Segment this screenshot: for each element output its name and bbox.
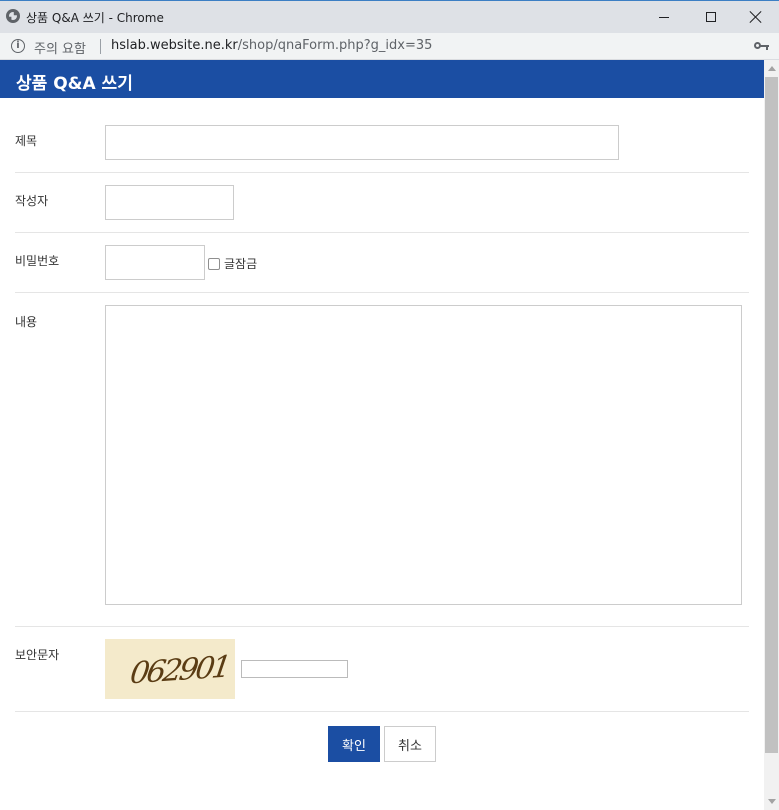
url-path: /shop/qnaForm.php?g_idx=35 — [237, 38, 433, 53]
url-host: hslab.website.ne.kr — [111, 38, 238, 53]
writer-row: 작성자 — [15, 173, 749, 233]
security-status[interactable]: 주의 요함 — [34, 38, 86, 57]
captcha-image: 062901 — [105, 639, 235, 699]
password-input[interactable] — [105, 245, 205, 280]
close-window-button[interactable] — [733, 1, 779, 33]
scroll-up-icon[interactable] — [768, 66, 776, 71]
subject-row: 제목 — [15, 98, 749, 173]
minimize-button[interactable] — [641, 1, 687, 33]
writer-input[interactable] — [105, 185, 234, 220]
secret-option: 글잠금 — [208, 255, 257, 272]
content-textarea[interactable] — [105, 305, 742, 605]
page-content: 상품 Q&A 쓰기 제목 작성자 비밀번호 글잠금 내용 보안문자 062901… — [0, 60, 764, 810]
vertical-scrollbar[interactable] — [764, 60, 779, 810]
scroll-thumb[interactable] — [765, 77, 778, 753]
page-title: 상품 Q&A 쓰기 — [0, 60, 764, 98]
cancel-button[interactable]: 취소 — [384, 726, 436, 762]
scroll-down-icon[interactable] — [768, 799, 776, 804]
writer-label: 작성자 — [15, 194, 49, 208]
secret-label[interactable]: 글잠금 — [224, 255, 257, 272]
globe-icon — [6, 9, 20, 23]
address-bar: i 주의 요함 hslab.website.ne.kr/shop/qnaForm… — [0, 33, 779, 60]
url-text[interactable]: hslab.website.ne.kr/shop/qnaForm.php?g_i… — [111, 38, 432, 53]
minimize-icon — [659, 16, 669, 18]
content-label: 내용 — [15, 315, 38, 329]
form-actions: 확인 취소 — [0, 726, 764, 762]
address-separator — [100, 39, 101, 54]
close-icon — [749, 10, 763, 24]
maximize-button[interactable] — [688, 1, 734, 33]
key-icon[interactable] — [754, 40, 770, 52]
secret-checkbox[interactable] — [208, 257, 220, 270]
captcha-row: 보안문자 062901 — [15, 627, 749, 712]
captcha-input[interactable] — [241, 660, 348, 678]
content-row: 내용 — [15, 293, 749, 627]
password-label: 비밀번호 — [15, 254, 60, 268]
window-titlebar: 상품 Q&A 쓰기 - Chrome — [0, 0, 779, 33]
captcha-label: 보안문자 — [15, 648, 60, 662]
confirm-button[interactable]: 확인 — [328, 726, 380, 762]
password-row: 비밀번호 글잠금 — [15, 233, 749, 293]
subject-input[interactable] — [105, 125, 619, 160]
maximize-icon — [706, 12, 716, 22]
window-title: 상품 Q&A 쓰기 - Chrome — [26, 11, 164, 25]
subject-label: 제목 — [15, 134, 38, 148]
info-icon[interactable]: i — [11, 39, 25, 53]
captcha-code: 062901 — [127, 649, 231, 692]
